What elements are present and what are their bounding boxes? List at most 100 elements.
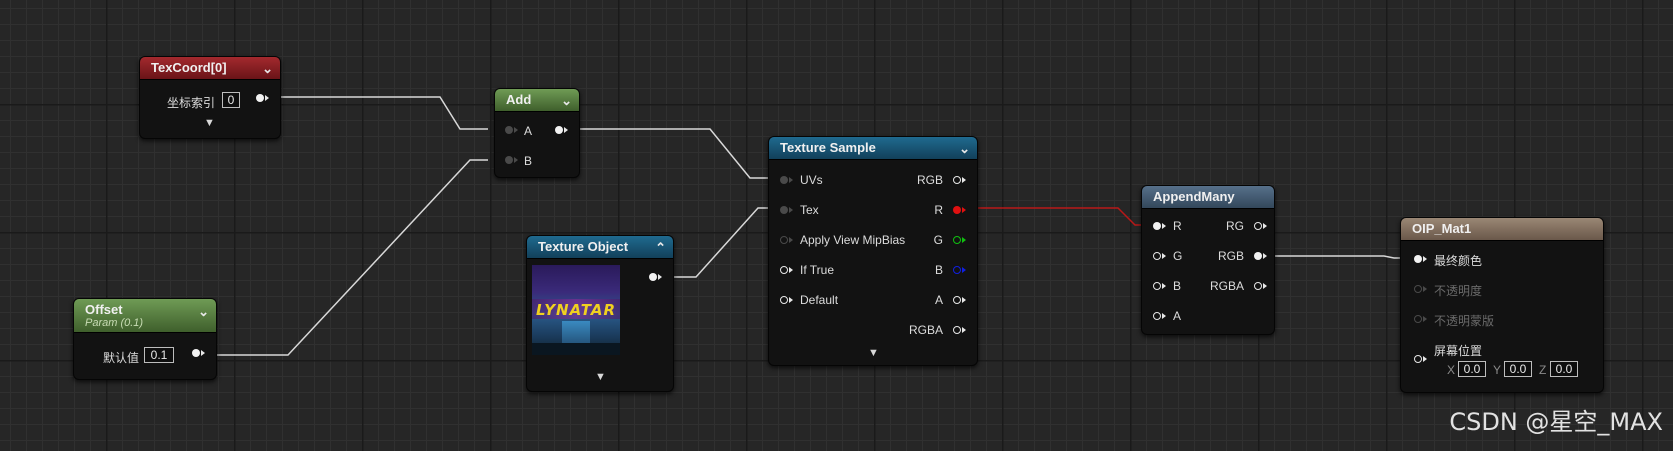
output-rgb-label: RGB (1217, 249, 1244, 263)
output-b-label: B (934, 263, 943, 277)
output-pin-icon[interactable] (256, 94, 264, 102)
texcoord-header[interactable]: TexCoord[0] ⌄ (140, 57, 280, 80)
input-r-label: R (1173, 219, 1182, 233)
input-b-pin-icon[interactable] (1153, 282, 1161, 290)
screen-y-field[interactable]: 0.0 (1504, 361, 1532, 377)
pin-arrow-icon (514, 127, 518, 133)
node-title: Texture Object (538, 239, 629, 254)
wire-texcoord-to-add-a (268, 96, 488, 130)
mipbias-pin-icon[interactable] (780, 236, 788, 244)
if-true-pin-icon[interactable] (780, 266, 788, 274)
opacity-mask-pin-icon[interactable] (1414, 315, 1422, 323)
thumbnail-floor (532, 343, 620, 355)
pin-arrow-icon (1162, 313, 1166, 319)
chevron-down-icon[interactable]: ⌄ (198, 304, 209, 320)
chevron-down-icon[interactable]: ⌄ (959, 138, 970, 160)
r-pin-icon[interactable] (953, 206, 961, 214)
base-color-pin-icon[interactable] (1414, 255, 1422, 263)
pin-arrow-icon (962, 267, 966, 273)
add-header[interactable]: Add ⌄ (495, 89, 579, 112)
output-rgba-pin-icon[interactable] (1254, 282, 1262, 290)
node-title: OIP_Mat1 (1412, 221, 1472, 236)
a-pin-icon[interactable] (953, 296, 961, 304)
pin-arrow-icon (962, 297, 966, 303)
chevron-up-icon[interactable]: ⌃ (655, 237, 666, 259)
pin-arrow-icon (1263, 253, 1267, 259)
rgb-pin-icon[interactable] (953, 176, 961, 184)
append-many-header[interactable]: AppendMany (1142, 186, 1274, 209)
material-header[interactable]: OIP_Mat1 (1401, 218, 1603, 241)
offset-header[interactable]: Offset Param (0.1) ⌄ (74, 299, 216, 333)
uvs-pin-icon[interactable] (780, 176, 788, 184)
output-a-label: A (934, 293, 943, 307)
pin-arrow-icon (564, 127, 568, 133)
opacity-label: 不透明度 (1434, 284, 1483, 298)
texture-sample-header[interactable]: Texture Sample ⌄ (769, 137, 977, 160)
input-r-pin-icon[interactable] (1153, 222, 1161, 230)
output-pin-icon[interactable] (555, 126, 563, 134)
texture-sample-node[interactable]: Texture Sample ⌄ UVs Tex Apply View MipB… (768, 136, 978, 366)
chevron-down-icon[interactable]: ▼ (204, 117, 215, 129)
screen-z-field[interactable]: 0.0 (1550, 361, 1578, 377)
pin-arrow-icon (658, 274, 662, 280)
output-rg-label: RG (1226, 219, 1244, 233)
pin-arrow-icon (962, 237, 966, 243)
wire-r-to-appendmany (968, 207, 1157, 226)
g-pin-icon[interactable] (953, 236, 961, 244)
append-many-node[interactable]: AppendMany R G B A RG RGB RGBA (1141, 185, 1275, 335)
texcoord-node[interactable]: TexCoord[0] ⌄ 坐标索引 0 ▼ (139, 56, 281, 139)
pin-arrow-icon (789, 177, 793, 183)
input-uvs-label: UVs (800, 173, 823, 187)
b-pin-icon[interactable] (953, 266, 961, 274)
coordinate-index-field[interactable]: 0 (222, 92, 240, 108)
pin-arrow-icon (1423, 256, 1427, 262)
output-pin-icon[interactable] (649, 273, 657, 281)
input-pin-icon[interactable] (505, 156, 513, 164)
texture-object-node[interactable]: Texture Object ⌃ LYNATAR ▼ (526, 235, 674, 392)
pin-arrow-icon (1162, 283, 1166, 289)
screen-x-field[interactable]: 0.0 (1458, 361, 1486, 377)
opacity-mask-label: 不透明蒙版 (1434, 314, 1495, 328)
node-title: Add (506, 92, 532, 107)
output-rg-pin-icon[interactable] (1254, 222, 1262, 230)
add-node[interactable]: Add ⌄ A B (494, 88, 580, 178)
node-title: AppendMany (1153, 189, 1235, 204)
pin-arrow-icon (1423, 356, 1427, 362)
coordinate-index-label: 坐标索引 (167, 96, 216, 110)
input-a-pin-icon[interactable] (1153, 312, 1161, 320)
output-rgba-label: RGBA (908, 323, 943, 337)
node-title: TexCoord[0] (151, 60, 227, 75)
default-pin-icon[interactable] (780, 296, 788, 304)
pin-arrow-icon (201, 350, 205, 356)
output-rgba-label: RGBA (1209, 279, 1244, 293)
pin-arrow-icon (1162, 253, 1166, 259)
default-value-field[interactable]: 0.1 (144, 347, 174, 363)
screen-position-label: 屏幕位置 (1434, 344, 1483, 358)
wire-offset-to-add-b (208, 159, 488, 356)
watermark: CSDN @星空_MAX (1449, 408, 1663, 436)
pin-arrow-icon (1263, 223, 1267, 229)
output-g-label: G (933, 233, 943, 247)
rgba-pin-icon[interactable] (953, 326, 961, 334)
input-b-label: B (1173, 279, 1182, 293)
chevron-down-icon[interactable]: ▼ (868, 347, 879, 359)
chevron-down-icon[interactable]: ▼ (595, 371, 606, 383)
pin-arrow-icon (789, 207, 793, 213)
pin-arrow-icon (265, 95, 269, 101)
input-b-label: B (524, 154, 533, 168)
input-pin-icon[interactable] (505, 126, 513, 134)
pin-arrow-icon (1263, 283, 1267, 289)
offset-node[interactable]: Offset Param (0.1) ⌄ 默认值 0.1 (73, 298, 217, 380)
screen-position-pin-icon[interactable] (1414, 355, 1422, 363)
chevron-down-icon[interactable]: ⌄ (262, 58, 273, 80)
opacity-pin-icon[interactable] (1414, 285, 1422, 293)
chevron-down-icon[interactable]: ⌄ (561, 90, 572, 112)
default-value-label: 默认值 (103, 351, 140, 365)
material-node[interactable]: OIP_Mat1 最终颜色 不透明度 不透明蒙版 屏幕位置 X 0.0 Y 0.… (1400, 217, 1604, 393)
input-g-pin-icon[interactable] (1153, 252, 1161, 260)
texture-object-header[interactable]: Texture Object ⌃ (527, 236, 673, 259)
input-a-label: A (1173, 309, 1182, 323)
output-pin-icon[interactable] (192, 349, 200, 357)
tex-pin-icon[interactable] (780, 206, 788, 214)
output-rgb-pin-icon[interactable] (1254, 252, 1262, 260)
